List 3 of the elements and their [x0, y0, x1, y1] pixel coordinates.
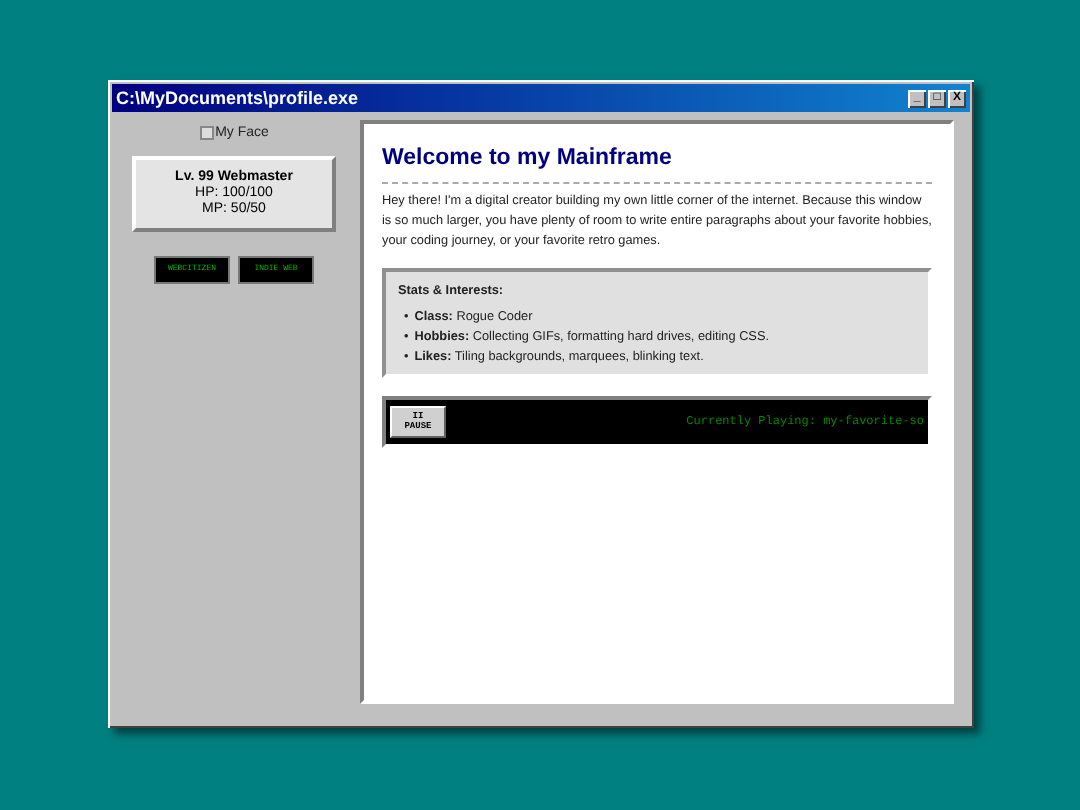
broken-image-icon — [199, 126, 214, 140]
window-title: C:\MyDocuments\profile.exe — [116, 88, 361, 108]
page-heading: Welcome to my Mainframe — [382, 144, 674, 172]
